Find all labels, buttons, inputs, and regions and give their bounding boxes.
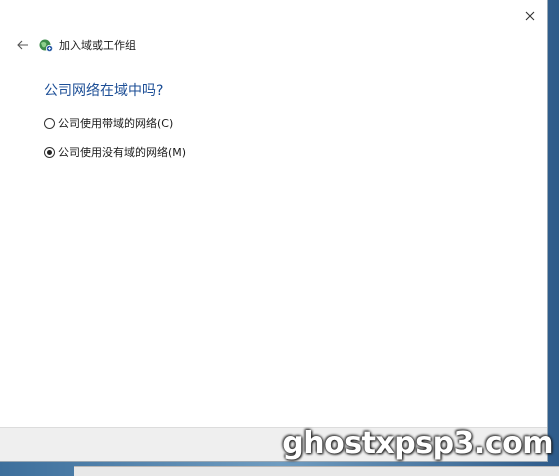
wizard-nav: 加入域或工作组	[14, 34, 136, 56]
page-question: 公司网络在域中吗?	[44, 83, 164, 99]
wizard-window: 加入域或工作组 公司网络在域中吗? 公司使用带域的网络(C) 公司使用没有域的网…	[0, 0, 548, 462]
close-icon	[525, 11, 535, 21]
radio-no-domain-network[interactable]	[44, 146, 55, 158]
option-no-domain-network[interactable]: 公司使用没有域的网络(M)	[44, 143, 186, 161]
watermark-text: ghostxpsp3.com	[282, 426, 553, 461]
radio-domain-network[interactable]	[44, 117, 55, 129]
back-button[interactable]	[14, 36, 32, 54]
close-button[interactable]	[515, 4, 545, 28]
back-arrow-icon	[17, 40, 28, 50]
background-window-strip	[74, 466, 559, 476]
option-no-domain-network-label: 公司使用没有域的网络(M)	[58, 146, 187, 159]
option-domain-network-label: 公司使用带域的网络(C)	[58, 117, 174, 130]
network-globe-icon	[38, 37, 54, 53]
wizard-title: 加入域或工作组	[59, 39, 136, 52]
option-domain-network[interactable]: 公司使用带域的网络(C)	[44, 114, 173, 132]
